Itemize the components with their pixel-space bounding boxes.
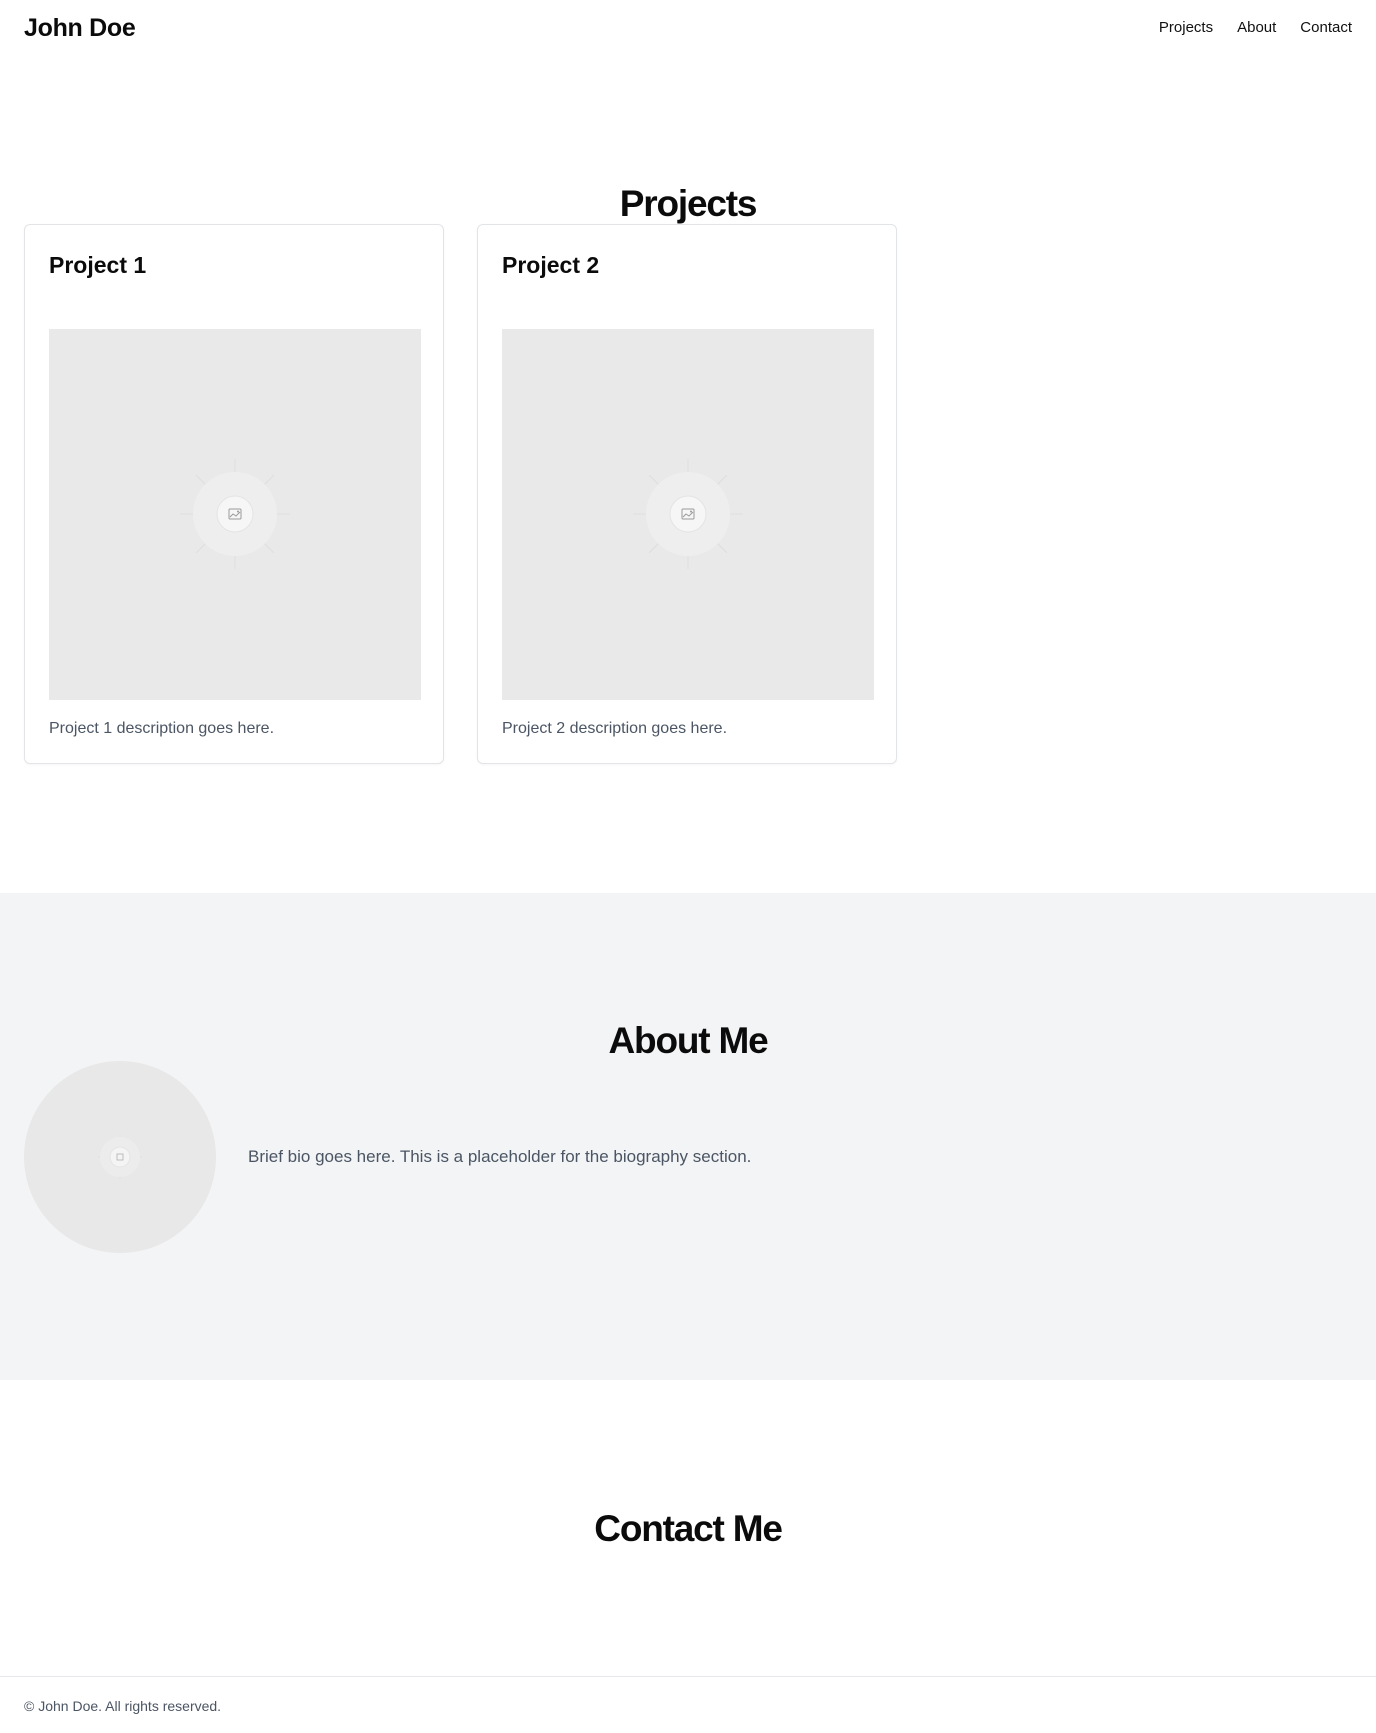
main-nav: Projects About Contact [1159,18,1352,38]
project-card-title: Project 1 [49,252,147,278]
project-card-title: Project 2 [502,252,600,278]
brand-name[interactable]: John Doe [24,13,136,43]
image-placeholder-icon [180,459,290,569]
nav-link-contact[interactable]: Contact [1300,18,1352,38]
contact-title: Contact Me [594,1508,783,1549]
project-image [49,329,421,700]
about-title: About Me [608,1020,769,1061]
projects-title: Projects [619,183,758,224]
project-card-description: Project 2 description goes here. [502,720,728,737]
site-footer: © John Doe. All rights reserved. [0,1676,1376,1733]
project-card: Project 1 Project 1 description goes her… [24,224,444,764]
footer-copyright: © John Doe. All rights reserved. [24,1698,222,1714]
avatar [24,1061,216,1253]
image-placeholder-icon [633,459,743,569]
site-header: John Doe Projects About Contact [0,0,1376,56]
bio-text: Brief bio goes here. This is a placehold… [248,1147,752,1166]
project-card-description: Project 1 description goes here. [49,720,275,737]
project-card: Project 2 Project 2 description goes her… [477,224,897,764]
nav-link-projects[interactable]: Projects [1159,18,1213,38]
project-image [502,329,874,700]
image-placeholder-icon [98,1135,142,1179]
nav-link-about[interactable]: About [1237,18,1276,38]
